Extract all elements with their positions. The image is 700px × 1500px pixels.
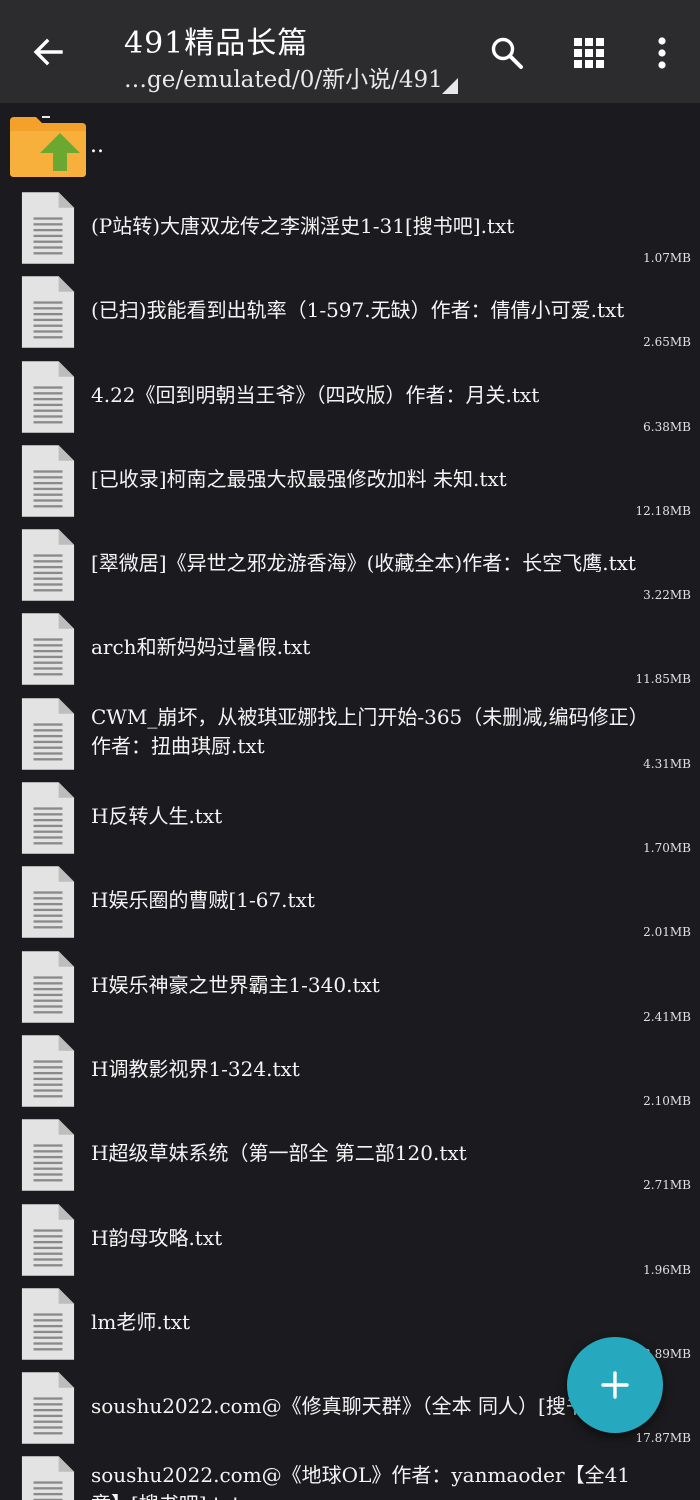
file-row[interactable]: CWM_崩坏，从被琪亚娜找上门开始-365（未删减,编码修正） 作者：扭曲琪厨.…: [0, 693, 700, 777]
file-name: H超级草妹系统（第一部全 第二部120.txt: [91, 1141, 467, 1166]
file-name: H调教影视界1-324.txt: [91, 1056, 300, 1081]
text-file-icon: [21, 1035, 75, 1107]
text-file-icon: [21, 1456, 75, 1500]
file-name: H娱乐神豪之世界霸主1-340.txt: [91, 972, 380, 997]
file-row[interactable]: H娱乐神豪之世界霸主1-340.txt 2.41MB: [0, 946, 700, 1030]
text-file-icon: [21, 1119, 75, 1191]
file-row[interactable]: [翠微居]《异世之邪龙游香海》(收藏全本)作者：长空飞鹰.txt 3.22MB: [0, 524, 700, 608]
path-dropdown-indicator[interactable]: [442, 78, 458, 94]
file-size: 1.96MB: [643, 1262, 691, 1277]
file-name: [翠微居]《异世之邪龙游香海》(收藏全本)作者：长空飞鹰.txt: [91, 551, 636, 576]
text-file-icon: [21, 445, 75, 517]
file-browser: 491精品长篇 …ge/emulated/0/新小说/491 .. (P站转)大…: [0, 0, 700, 1500]
arrow-left-icon: [33, 38, 63, 66]
file-size: 2.65MB: [643, 335, 691, 350]
add-fab-button[interactable]: [567, 1337, 663, 1433]
parent-directory-label: ..: [90, 133, 104, 158]
file-size: 6.38MB: [643, 419, 691, 434]
text-file-icon: [21, 866, 75, 939]
file-size: 2.01MB: [643, 925, 691, 940]
more-vert-icon: [658, 37, 666, 69]
search-button[interactable]: [480, 26, 534, 80]
file-name: H娱乐圈的曹贼[1-67.txt: [91, 888, 315, 913]
file-row[interactable]: soushu2022.com@《地球OL》作者：yanmaoder【全41章】[…: [0, 1451, 700, 1500]
file-name: (P站转)大唐双龙传之李渊淫史1-31[搜书吧].txt: [91, 214, 515, 238]
file-name: (已扫)我能看到出轨率（1-597.无缺）作者：倩倩小可爱.txt: [91, 298, 625, 323]
file-row[interactable]: (已扫)我能看到出轨率（1-597.无缺）作者：倩倩小可爱.txt 2.65MB: [0, 271, 700, 355]
plus-icon: [601, 1371, 629, 1399]
search-icon: [491, 37, 523, 69]
text-file-icon: [21, 950, 75, 1023]
text-file-icon: [21, 1372, 75, 1444]
file-size: 2.71MB: [643, 1178, 691, 1193]
text-file-icon: [21, 529, 75, 601]
file-row[interactable]: H反转人生.txt 1.70MB: [0, 777, 700, 861]
file-size: 17.87MB: [635, 1431, 691, 1446]
grid-view-icon: [574, 38, 604, 68]
text-file-icon: [21, 782, 75, 854]
file-name: lm老师.txt: [91, 1309, 191, 1334]
folder-path[interactable]: …ge/emulated/0/新小说/491: [124, 60, 443, 94]
file-name: H反转人生.txt: [91, 804, 223, 829]
file-row[interactable]: H调教影视界1-324.txt 2.10MB: [0, 1030, 700, 1114]
file-row[interactable]: H韵母攻略.txt 1.96MB: [0, 1199, 700, 1283]
file-row[interactable]: 4.22《回到明朝当王爷》（四改版）作者：月关.txt 6.38MB: [0, 356, 700, 440]
file-size: 1.70MB: [643, 841, 691, 856]
file-row[interactable]: (P站转)大唐双龙传之李渊淫史1-31[搜书吧].txt 1.07MB: [0, 187, 700, 271]
file-size: 2.10MB: [643, 1093, 691, 1108]
file-name: CWM_崩坏，从被琪亚娜找上门开始-365（未删减,编码修正） 作者：扭曲琪厨.…: [91, 704, 649, 758]
file-name: [已收录]柯南之最强大叔最强修改加料 未知.txt: [91, 466, 507, 491]
text-file-icon: [21, 276, 75, 349]
file-name: H韵母攻略.txt: [91, 1225, 223, 1250]
file-row[interactable]: H超级草妹系统（第一部全 第二部120.txt 2.71MB: [0, 1114, 700, 1198]
file-name: arch和新妈妈过暑假.txt: [91, 635, 311, 660]
text-file-icon: [21, 192, 75, 264]
file-size: 3.22MB: [643, 588, 691, 603]
folder-title: 491精品长篇: [124, 26, 309, 61]
parent-directory-row[interactable]: ..: [0, 103, 700, 187]
text-file-icon: [21, 1203, 75, 1276]
text-file-icon: [21, 698, 75, 770]
file-size: 11.85MB: [635, 672, 691, 687]
more-options-button[interactable]: [640, 26, 684, 80]
file-row[interactable]: arch和新妈妈过暑假.txt 11.85MB: [0, 608, 700, 692]
file-name: soushu2022.com@《修真聊天群》（全本 同人）[搜书吧].txt: [91, 1394, 648, 1419]
file-list: .. (P站转)大唐双龙传之李渊淫史1-31[搜书吧].txt 1.07MB (已扫…: [0, 103, 700, 1500]
text-file-icon: [21, 613, 75, 686]
file-size: 12.18MB: [635, 503, 691, 518]
file-row[interactable]: [已收录]柯南之最强大叔最强修改加料 未知.txt 12.18MB: [0, 440, 700, 524]
file-size: 2.41MB: [643, 1009, 691, 1024]
grid-view-button[interactable]: [562, 26, 616, 80]
back-button[interactable]: [20, 24, 76, 80]
folder-up-icon: [10, 116, 86, 177]
file-size: 1.07MB: [643, 251, 691, 265]
text-file-icon: [21, 1288, 75, 1360]
text-file-icon: [21, 360, 75, 433]
app-toolbar: 491精品长篇 …ge/emulated/0/新小说/491: [0, 0, 700, 103]
file-name: soushu2022.com@《地球OL》作者：yanmaoder【全41章】[…: [91, 1463, 631, 1500]
file-size: 4.31MB: [643, 756, 691, 771]
file-name: 4.22《回到明朝当王爷》（四改版）作者：月关.txt: [91, 382, 540, 407]
file-row[interactable]: H娱乐圈的曹贼[1-67.txt 2.01MB: [0, 861, 700, 945]
